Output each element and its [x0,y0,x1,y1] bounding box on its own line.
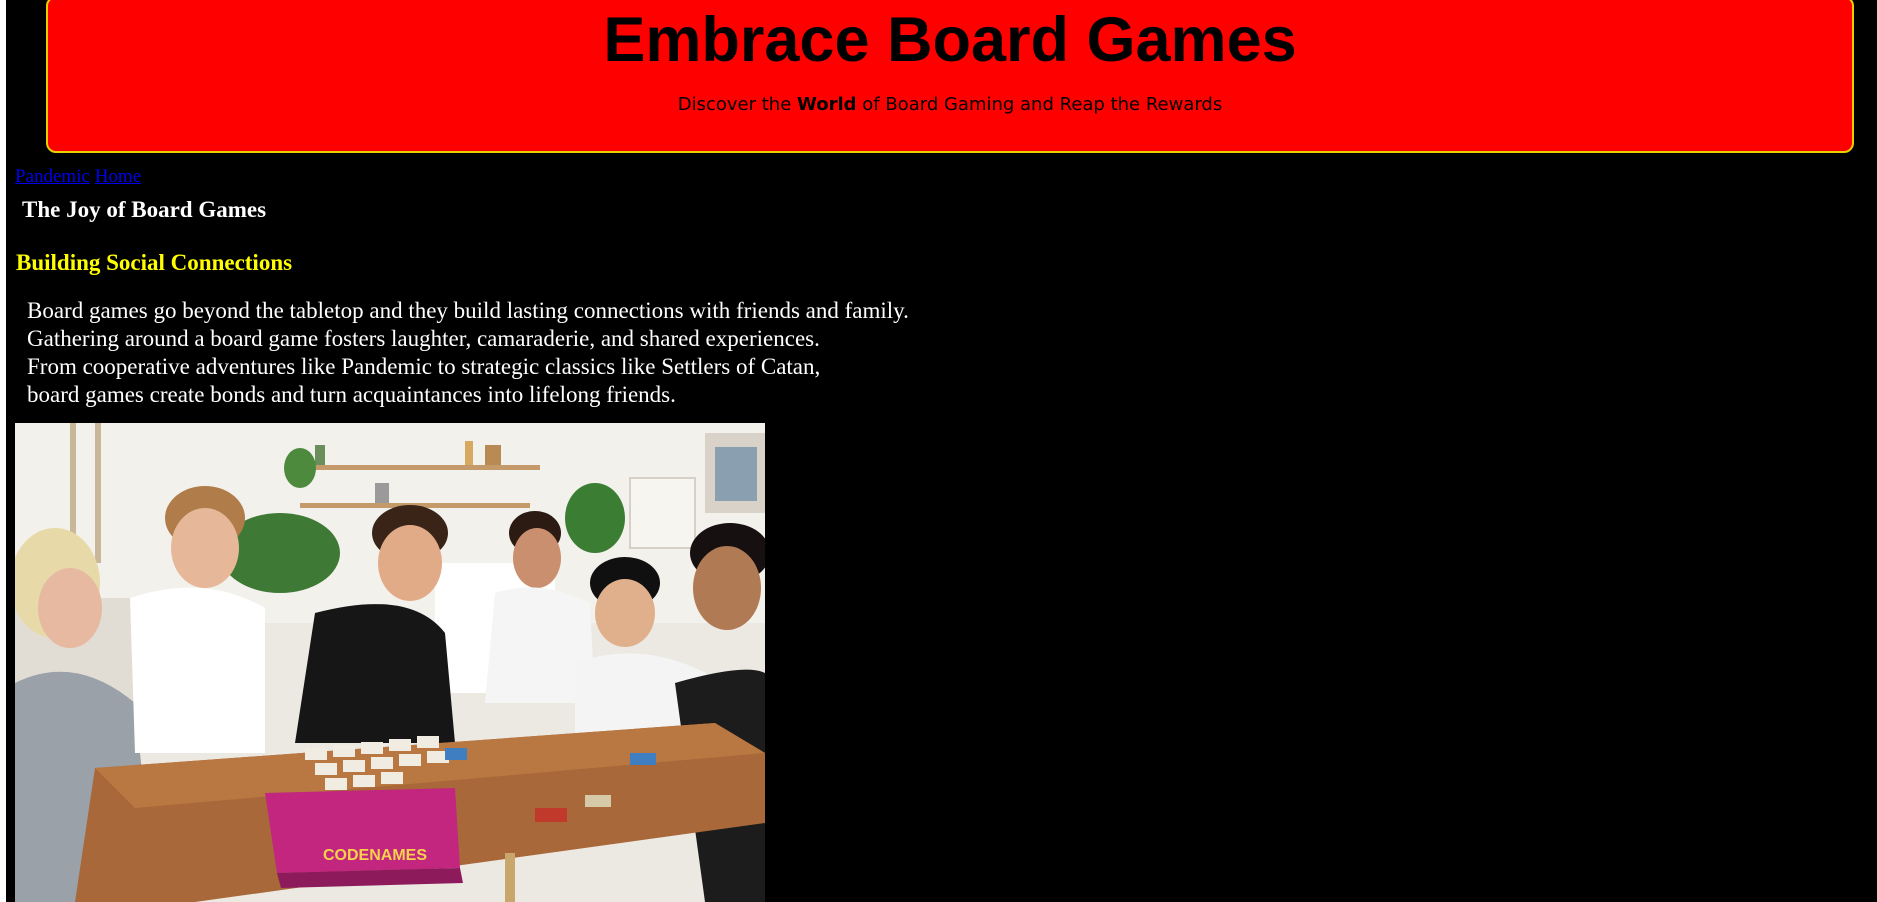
tagline-end: of Board Gaming and Reap the Rewards [862,94,1223,115]
photo-illustration: CODENAMES [15,423,765,902]
header-banner: Embrace Board Games Discover the World o… [46,0,1854,153]
tagline-start: Discover the [677,94,792,115]
svg-text:CODENAMES: CODENAMES [323,847,427,864]
paragraph-line: Board games go beyond the tabletop and t… [27,298,909,323]
paragraph-line: From cooperative adventures like Pandemi… [27,354,821,379]
paragraph-line: board games create bonds and turn acquai… [27,382,676,407]
codenames-box-icon: CODENAMES [265,788,463,888]
page: Embrace Board Games Discover the World o… [6,0,1877,902]
nav-bar: Pandemic Home [15,166,141,188]
intro-paragraph: Board games go beyond the tabletop and t… [27,297,1127,409]
site-title: Embrace Board Games [603,5,1297,75]
page-heading: The Joy of Board Games [22,197,267,222]
friends-playing-photo: CODENAMES [15,423,765,902]
tagline-emphasis: World [797,94,857,115]
nav-link-pandemic[interactable]: Pandemic [15,166,90,187]
section-subheading: Building Social Connections [16,250,293,275]
nav-link-home[interactable]: Home [95,166,141,187]
site-tagline: Discover the World of Board Gaming and R… [48,92,1852,118]
paragraph-line: Gathering around a board game fosters la… [27,326,820,351]
